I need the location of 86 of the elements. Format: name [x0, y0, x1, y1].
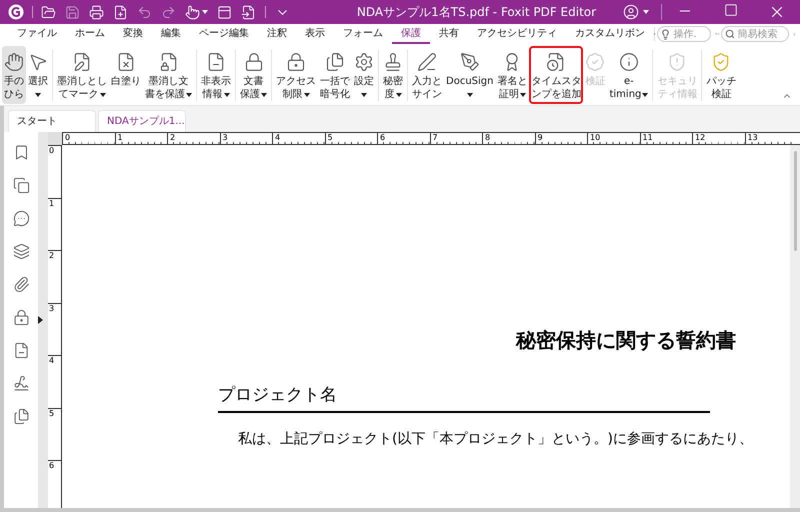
pen-nib-icon	[460, 52, 480, 72]
document-tab[interactable]: NDAサンプル1...	[98, 110, 186, 132]
ribbon-button[interactable]: 入力と サイン	[410, 46, 444, 104]
app-logo-icon	[8, 4, 24, 20]
caret-icon	[202, 10, 208, 14]
ribbon-button[interactable]: 墨消しとし てマーク	[55, 46, 109, 104]
document-x-icon	[116, 52, 136, 72]
ribbon-button[interactable]: 署名と 証明	[495, 46, 530, 104]
vertical-ruler: 0 1 2 3 4 5 6	[48, 145, 62, 508]
panel-icon[interactable]	[217, 4, 232, 20]
lock-icon	[286, 52, 306, 72]
lock-icon[interactable]	[12, 309, 30, 326]
document-lock-icon	[158, 52, 178, 72]
ribbon-button[interactable]: DocuSign	[444, 46, 496, 104]
window-title: NDAサンプル1名TS.pdf - Foxit PDF Editor	[356, 4, 598, 21]
documents-icon	[325, 52, 345, 72]
info-icon	[618, 52, 639, 72]
ribbon-button[interactable]: アクセス 制限	[274, 46, 318, 104]
document-title: 秘密保持に関する誓約書	[514, 327, 736, 354]
folder-icon[interactable]	[41, 4, 56, 20]
ribbon-button[interactable]: 白塗り	[109, 46, 143, 104]
menu-tab[interactable]: カスタムリボン	[566, 24, 654, 44]
caret-icon	[643, 10, 649, 14]
menu-tab[interactable]: 表示	[296, 24, 334, 44]
caret-icon	[186, 92, 192, 96]
scrollbar[interactable]	[790, 145, 800, 508]
ribbon-button[interactable]: パッチ 検証	[704, 46, 738, 104]
comment-icon[interactable]	[12, 210, 30, 227]
document-icon[interactable]	[12, 342, 30, 359]
pen-signature-icon[interactable]	[12, 375, 30, 392]
menu-tab[interactable]: 変換	[114, 24, 152, 44]
paragraph-text: 私は、上記プロジェクト(以下「本プロジェクト」という。)に参画するにあたり、	[238, 430, 753, 448]
ribbon-button[interactable]: 選択	[26, 46, 50, 104]
ribbon-button[interactable]: 秘密 度	[381, 46, 405, 104]
command-search-field[interactable]: 操作.	[657, 26, 712, 42]
search-icon	[725, 29, 736, 39]
ribbon-button[interactable]: 非表示 情報	[199, 46, 233, 104]
menu-tab[interactable]: ホーム	[66, 24, 114, 44]
menu-tab[interactable]: ファイル	[8, 24, 66, 44]
project-label: プロジェクト名	[218, 384, 338, 407]
horizontal-ruler: 0 1 2 3 4 5 6 7 8 9 10 11 12 13	[62, 132, 800, 145]
cursor-icon	[28, 52, 48, 72]
gear-icon	[354, 52, 374, 72]
menu-tab[interactable]: ページ編集	[190, 24, 258, 44]
menu-tab[interactable]: アクセシビリティ	[468, 24, 566, 44]
caret-icon	[304, 92, 310, 96]
document-minus-icon	[206, 52, 226, 72]
badge-check-icon	[585, 52, 606, 72]
quick-search-field[interactable]: 簡易検索	[721, 26, 790, 42]
menu-tab[interactable]: 編集	[152, 24, 190, 44]
caret-icon	[35, 92, 41, 96]
caret-icon	[520, 92, 526, 96]
lightbulb-icon	[660, 28, 672, 40]
ribbon-button[interactable]: 設定	[352, 46, 376, 104]
stamp-icon	[383, 52, 403, 72]
overlapping-squares-icon[interactable]	[12, 408, 30, 425]
layers-icon[interactable]	[12, 243, 30, 260]
ribbon-button[interactable]: 一括で 暗号化	[318, 46, 352, 104]
pen-icon	[417, 52, 437, 72]
caret-icon	[100, 92, 106, 96]
document-tab[interactable]: スタート	[8, 110, 96, 132]
ribbon-button[interactable]: 墨消し文 書を保護	[143, 46, 194, 104]
hand-icon	[4, 52, 24, 72]
menu-tab[interactable]: 共有	[430, 24, 468, 44]
maximize-icon[interactable]	[724, 3, 738, 17]
menu-tab[interactable]: 注釈	[258, 24, 296, 44]
document-arrow-icon[interactable]	[241, 4, 256, 20]
caret-icon	[642, 92, 648, 96]
lock-icon	[244, 52, 264, 72]
hand-pointer-icon[interactable]	[185, 4, 200, 20]
caret-icon	[261, 92, 267, 96]
caret-icon	[224, 92, 230, 96]
account-icon[interactable]	[623, 4, 639, 20]
menu-tab[interactable]: フォーム	[334, 24, 392, 44]
ribbon-button[interactable]: e- timing	[607, 46, 650, 104]
paperclip-icon[interactable]	[12, 276, 30, 293]
caret-icon	[361, 92, 367, 96]
printer-icon[interactable]	[89, 4, 104, 20]
caret-icon	[466, 92, 473, 96]
ribbon-button[interactable]: タイムスタ ンプを追加	[529, 46, 584, 104]
new-document-icon[interactable]	[113, 4, 128, 20]
ribbon-button[interactable]: 文書 保護	[238, 46, 269, 104]
pages-icon[interactable]	[12, 177, 30, 194]
ribbon-button[interactable]: 手の ひら	[2, 46, 26, 104]
caret-icon	[396, 92, 402, 96]
document-pen-icon	[72, 52, 92, 72]
